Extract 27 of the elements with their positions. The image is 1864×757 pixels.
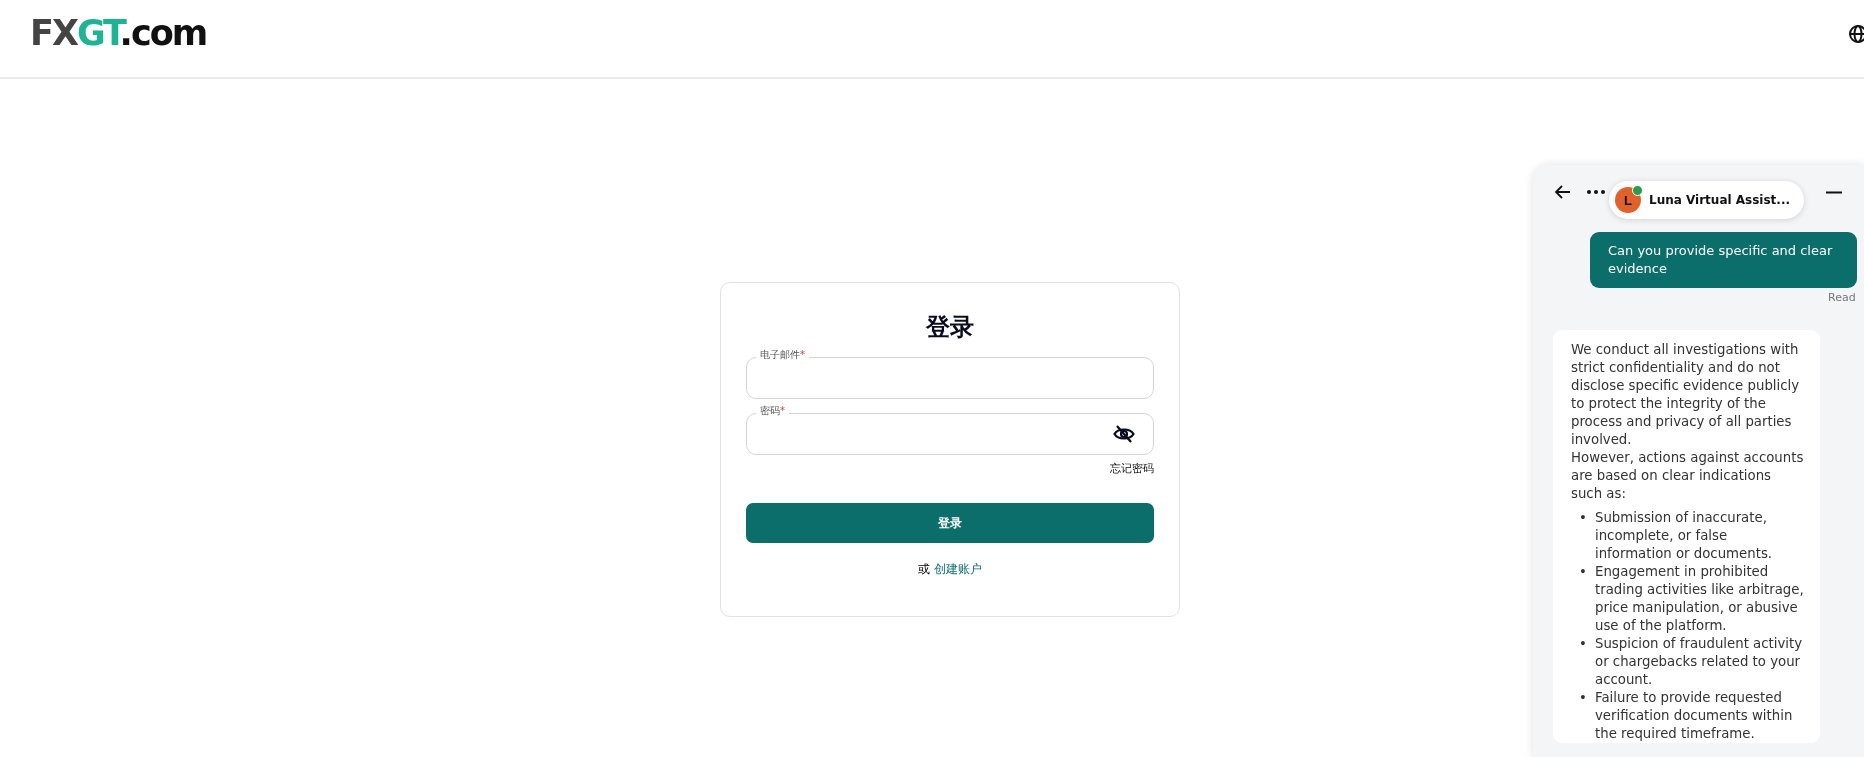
- read-status: Read: [1828, 291, 1856, 304]
- list-item: Suspicion of fraudulent activity or chargebacks related to your account.: [1595, 635, 1804, 689]
- more-icon[interactable]: [1587, 190, 1605, 194]
- list-item: Engagement in prohibited trading activities like arbitrage, price manipulation, or abusive use of the platform.: [1595, 563, 1805, 635]
- create-account-link[interactable]: 创建账户: [934, 561, 982, 578]
- forgot-password-link[interactable]: 忘记密码: [1110, 461, 1154, 476]
- message-paragraph: We conduct all investigations with strict confidentiality and do not disclose specific evidence publicly to protect the integrity of the process and privacy of all parties involved.: [1571, 341, 1801, 449]
- list-item: Submission of inaccurate, incomplete, or false information or documents.: [1595, 509, 1774, 563]
- field-label: 电子邮件*: [756, 348, 809, 362]
- user-message: Can you provide specific and clear evidence: [1590, 232, 1857, 288]
- logo[interactable]: FXGT.com: [30, 12, 207, 53]
- list-item: Failure to provide requested verification documents within the required timeframe.: [1595, 689, 1794, 743]
- minimize-icon[interactable]: [1826, 190, 1843, 194]
- login-title: 登录: [926, 312, 974, 343]
- message-paragraph: However, actions against accounts are based on clear indications such as:: [1571, 449, 1805, 503]
- bullet-marker: •: [1579, 689, 1585, 707]
- eye-off-icon[interactable]: [1113, 424, 1135, 444]
- field-label: 密码*: [756, 404, 789, 418]
- agent-name: Luna Virtual Assist...: [1649, 193, 1791, 207]
- bullet-marker: •: [1579, 563, 1585, 581]
- avatar: L: [1615, 187, 1641, 213]
- globe-icon[interactable]: [1848, 23, 1864, 44]
- back-arrow-icon[interactable]: [1555, 185, 1571, 199]
- bullet-marker: •: [1579, 509, 1585, 527]
- bullet-marker: •: [1579, 635, 1585, 653]
- login-button[interactable]: 登录: [746, 503, 1154, 543]
- or-text: 或: [918, 561, 930, 578]
